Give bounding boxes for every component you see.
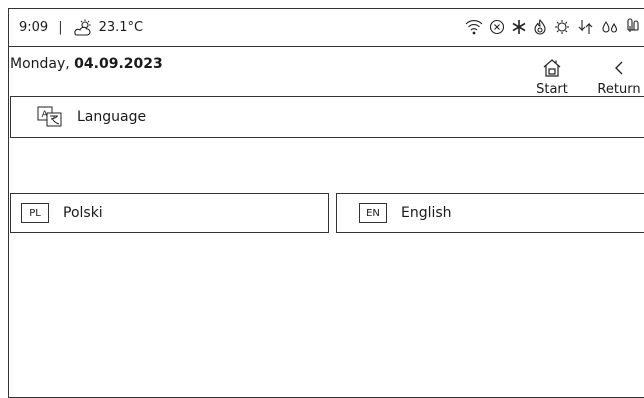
weather: 23.1°C: [73, 19, 144, 37]
start-button[interactable]: Start: [527, 58, 577, 97]
language-name: English: [401, 205, 452, 221]
return-button[interactable]: Return: [594, 58, 644, 97]
section-title: Language: [77, 109, 147, 125]
ground-source-icon: [578, 20, 593, 34]
language-section-header: A Language: [10, 96, 644, 138]
status-bar: 9:09 | 23.1°C: [9, 9, 644, 47]
thermometer-icon: [627, 18, 639, 32]
language-translate-icon: A: [37, 106, 62, 127]
water-drops-icon: [602, 21, 618, 33]
wifi-icon: [465, 20, 483, 35]
cancel-circle-icon: [489, 19, 505, 35]
language-name: Polski: [63, 205, 103, 221]
outdoor-temperature: 23.1°C: [98, 20, 144, 35]
return-label: Return: [597, 82, 641, 97]
home-icon: [543, 59, 561, 77]
chevron-left-icon: [615, 61, 623, 75]
language-code-badge: PL: [21, 203, 49, 223]
date-display: Monday, 04.09.2023: [10, 56, 163, 72]
language-code-badge: EN: [359, 203, 387, 223]
status-icons: [465, 18, 641, 36]
heat-pump-icon: [555, 20, 569, 34]
weekday: Monday,: [10, 56, 70, 72]
flame-icon: [534, 19, 546, 35]
clock: 9:09: [19, 20, 49, 35]
status-separator: |: [58, 20, 63, 35]
weather-partly-sunny-icon: [73, 19, 91, 36]
snowflake-icon: [512, 20, 526, 34]
language-option-en[interactable]: EN English: [336, 193, 644, 233]
start-label: Start: [536, 82, 568, 97]
language-option-pl[interactable]: PL Polski: [10, 193, 329, 233]
date: 04.09.2023: [74, 56, 163, 72]
